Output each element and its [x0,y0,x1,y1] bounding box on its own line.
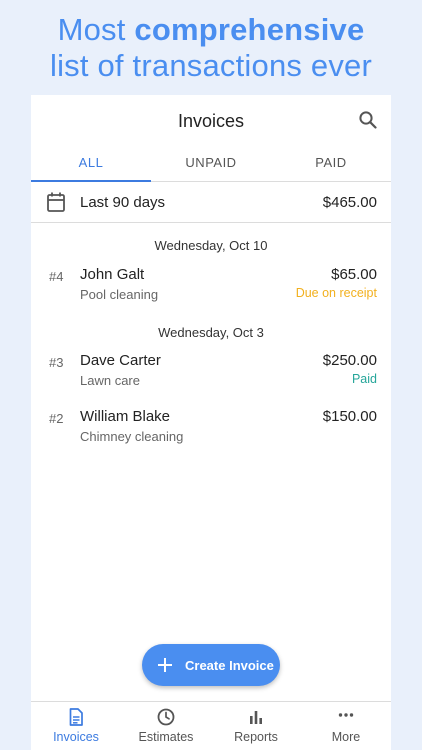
tab-unpaid[interactable]: UNPAID [151,145,271,181]
more-dots-icon [338,713,354,717]
nav-invoices-label: Invoices [53,730,99,744]
app-bar: Invoices [31,95,391,145]
headline-prefix: Most [57,12,135,47]
tab-bar: ALL UNPAID PAID [31,145,391,182]
nav-estimates[interactable]: Estimates [121,702,211,750]
search-icon [359,111,377,129]
client-name: Dave Carter [80,352,161,369]
tab-paid[interactable]: PAID [271,145,391,181]
invoice-description: Chimney cleaning [80,429,184,444]
nav-more[interactable]: More [301,702,391,750]
nav-invoices[interactable]: Invoices [31,702,121,750]
app-screen: Invoices ALL UNPAID PAID Last 90 days $4… [31,95,391,750]
invoice-amount: $150.00 [322,408,377,425]
headline-line-1: Most comprehensive [0,12,422,48]
bar-chart-icon [250,711,262,724]
create-invoice-button[interactable]: Create Invoice [142,644,280,686]
invoice-number: #4 [49,269,64,284]
client-name: John Galt [80,266,145,283]
client-name: William Blake [80,408,171,425]
invoice-number: #3 [49,355,64,370]
invoice-amount: $65.00 [331,266,377,283]
invoice-status: Paid [351,372,377,386]
headline-line-2: list of transactions ever [49,48,373,83]
invoice-row[interactable]: #4 John Galt Pool cleaning $65.00 Due on… [31,265,391,309]
search-button[interactable] [355,107,381,133]
date-header: Wednesday, Oct 10 [154,238,268,253]
plus-icon [158,658,172,672]
page-title: Invoices [177,111,245,131]
nav-estimates-label: Estimates [138,730,194,744]
invoice-number: #2 [49,411,64,426]
nav-reports-label: Reports [234,730,278,744]
bottom-navigation: Invoices Estimates Reports More [31,701,391,750]
invoice-row[interactable]: #2 William Blake Chimney cleaning $150.0… [31,407,391,451]
create-invoice-label: Create Invoice [185,657,274,673]
nav-more-label: More [331,730,361,744]
date-range-filter[interactable]: Last 90 days $465.00 [31,182,391,223]
invoice-status: Due on receipt [295,286,377,300]
invoice-description: Lawn care [80,373,140,388]
date-header: Wednesday, Oct 3 [158,325,264,340]
date-range-label: Last 90 days [80,194,166,211]
clock-icon [157,708,175,726]
calendar-icon [47,192,65,212]
invoice-row[interactable]: #3 Dave Carter Lawn care $250.00 Paid [31,351,391,395]
marketing-headline: Most comprehensive list of transactions … [0,12,422,84]
document-icon [69,708,83,726]
date-range-total: $465.00 [322,194,377,211]
tab-all[interactable]: ALL [31,145,151,182]
nav-reports[interactable]: Reports [211,702,301,750]
invoice-amount: $250.00 [322,352,377,369]
invoice-description: Pool cleaning [80,287,159,302]
headline-bold: comprehensive [134,12,365,47]
